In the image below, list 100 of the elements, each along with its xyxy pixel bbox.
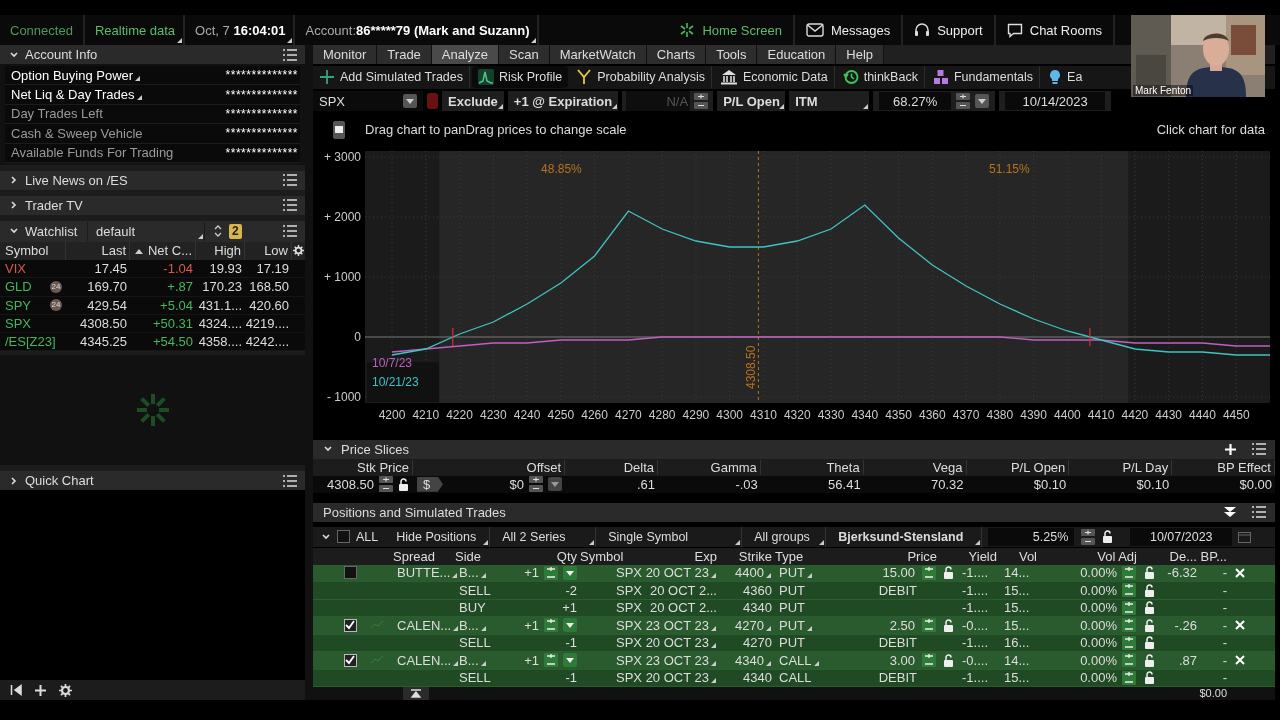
table-cell[interactable]: 23 OCT 23 — [645, 652, 717, 668]
lock-icon[interactable] — [1144, 653, 1156, 667]
itm-dropdown[interactable]: ITM — [789, 91, 870, 112]
stepper[interactable] — [955, 93, 972, 110]
watchlist-dropdown[interactable]: default — [87, 221, 205, 241]
toolbar-button[interactable]: Economic Data — [713, 66, 835, 89]
column-header[interactable]: Strike — [720, 548, 775, 564]
chevron-icon[interactable] — [9, 175, 19, 186]
filter-dropdown[interactable]: Single Symbol — [602, 526, 743, 547]
column-header[interactable]: Exp — [645, 548, 720, 564]
table-cell[interactable]: 20 OCT 23 — [645, 635, 717, 651]
link-badge[interactable]: 2 — [229, 223, 242, 239]
stepper[interactable] — [693, 93, 710, 110]
column-header[interactable]: Last — [66, 241, 130, 260]
table-cell[interactable]: 20 OCT 23 — [645, 565, 717, 581]
calendar-icon[interactable] — [1238, 530, 1252, 543]
chevron-icon[interactable] — [9, 475, 19, 486]
column-header[interactable]: Low — [245, 241, 292, 260]
nav-tab[interactable]: Scan — [499, 45, 550, 64]
column-header[interactable]: De... — [1160, 548, 1200, 564]
stepper[interactable] — [1121, 583, 1137, 598]
lock-icon[interactable] — [943, 653, 955, 667]
watchlist-symbol[interactable]: SPY — [5, 297, 31, 313]
table-cell[interactable]: 4340 — [743, 670, 772, 686]
watchlist-symbol[interactable]: VIX — [5, 261, 26, 277]
menu-icon[interactable] — [282, 47, 298, 62]
table-cell[interactable]: BUTTE... — [397, 565, 459, 581]
nav-tab[interactable]: MarketWatch — [549, 45, 647, 64]
menu-icon[interactable] — [282, 173, 298, 188]
table-cell[interactable]: 4340 — [735, 652, 772, 668]
table-cell[interactable]: 4340 — [743, 600, 772, 616]
stepper[interactable] — [528, 476, 544, 493]
stepper[interactable] — [1080, 528, 1097, 545]
column-header[interactable]: Qty — [490, 548, 580, 564]
dropdown-icon[interactable] — [563, 618, 577, 633]
lock-icon[interactable] — [1144, 618, 1156, 632]
table-cell[interactable]: CALL — [779, 652, 820, 668]
toolbar-button[interactable]: Ea — [1042, 66, 1085, 89]
color-swatch[interactable] — [427, 93, 438, 110]
nav-tab[interactable]: Charts — [646, 45, 707, 64]
table-cell[interactable]: 23 OCT 23 — [645, 617, 717, 633]
watchlist-symbol[interactable]: GLD — [5, 279, 32, 295]
checkbox[interactable] — [343, 653, 357, 667]
table-cell[interactable]: 4270 — [735, 617, 772, 633]
lock-icon[interactable] — [1144, 583, 1156, 597]
column-header[interactable]: Vol — [1000, 548, 1040, 564]
lock-icon[interactable] — [1144, 636, 1156, 650]
toolbar-button[interactable]: thinkBack — [836, 66, 925, 89]
column-header[interactable]: Vol Adj — [1040, 548, 1140, 564]
column-header[interactable]: Spread — [393, 548, 455, 564]
lock-icon[interactable] — [943, 618, 955, 632]
filter-dropdown[interactable]: All groups — [748, 526, 827, 547]
toolbar-button[interactable]: Add Simulated Trades — [313, 66, 470, 89]
add-icon[interactable] — [34, 683, 47, 697]
exclude-button[interactable]: Exclude — [442, 91, 504, 112]
lock-icon[interactable] — [1144, 671, 1156, 685]
table-cell[interactable]: PUT — [779, 582, 805, 598]
toolbar-button[interactable]: Probability Analysis — [570, 66, 712, 89]
lock-icon[interactable] — [943, 566, 955, 580]
watchlist-symbol[interactable]: /ES[Z23] — [5, 334, 56, 350]
offset-field[interactable]: N/A — [626, 91, 691, 112]
table-cell[interactable]: 20 OCT 2... — [650, 582, 717, 598]
table-cell[interactable]: 20 OCT 23 — [645, 670, 717, 686]
table-cell[interactable]: PUT — [779, 635, 805, 651]
model-dropdown[interactable]: Bjerksund-Stensland — [832, 526, 983, 547]
dropdown-icon[interactable] — [975, 94, 990, 109]
close-icon[interactable] — [1235, 567, 1245, 578]
close-icon[interactable] — [1235, 655, 1245, 666]
account-field-label[interactable]: Option Buying Power — [11, 67, 142, 83]
date-field[interactable]: 10/07/2023 — [1130, 527, 1233, 546]
nav-tab[interactable]: Help — [836, 45, 885, 64]
collapse-icon[interactable] — [10, 684, 22, 696]
stepper[interactable] — [1121, 635, 1137, 650]
chevron-icon[interactable] — [9, 49, 19, 60]
lock-icon[interactable] — [398, 477, 410, 491]
table-cell[interactable]: PUT — [779, 600, 805, 616]
collapse-all-icon[interactable] — [1223, 506, 1237, 519]
column-header[interactable]: Net C... — [130, 241, 196, 260]
column-header[interactable]: Price — [835, 548, 940, 564]
table-cell[interactable]: CALEN... — [397, 617, 460, 633]
stepper[interactable] — [1121, 670, 1137, 685]
table-cell[interactable]: B... — [459, 565, 487, 581]
checkbox[interactable] — [343, 566, 357, 580]
checkbox[interactable] — [337, 530, 350, 544]
table-cell[interactable]: B... — [459, 652, 487, 668]
table-cell[interactable]: CALEN... — [397, 652, 460, 668]
lock-icon[interactable] — [1102, 530, 1115, 544]
nav-tab[interactable]: Trade — [377, 45, 432, 64]
table-cell[interactable]: 4360 — [743, 582, 772, 598]
menu-icon[interactable] — [1251, 505, 1267, 520]
nav-tab[interactable]: Education — [757, 45, 837, 64]
close-icon[interactable] — [1235, 620, 1245, 631]
dropdown-icon[interactable] — [563, 565, 577, 580]
series-dropdown[interactable]: +1 @ Expiration — [507, 91, 619, 112]
scroll-top-button[interactable] — [403, 687, 429, 700]
rate-field[interactable]: 5.25% — [988, 527, 1075, 546]
settings-icon[interactable] — [59, 683, 72, 697]
nav-tab[interactable]: Tools — [706, 45, 758, 64]
stepper[interactable] — [378, 476, 394, 493]
symbol-dropdown[interactable]: SPX — [313, 91, 423, 112]
